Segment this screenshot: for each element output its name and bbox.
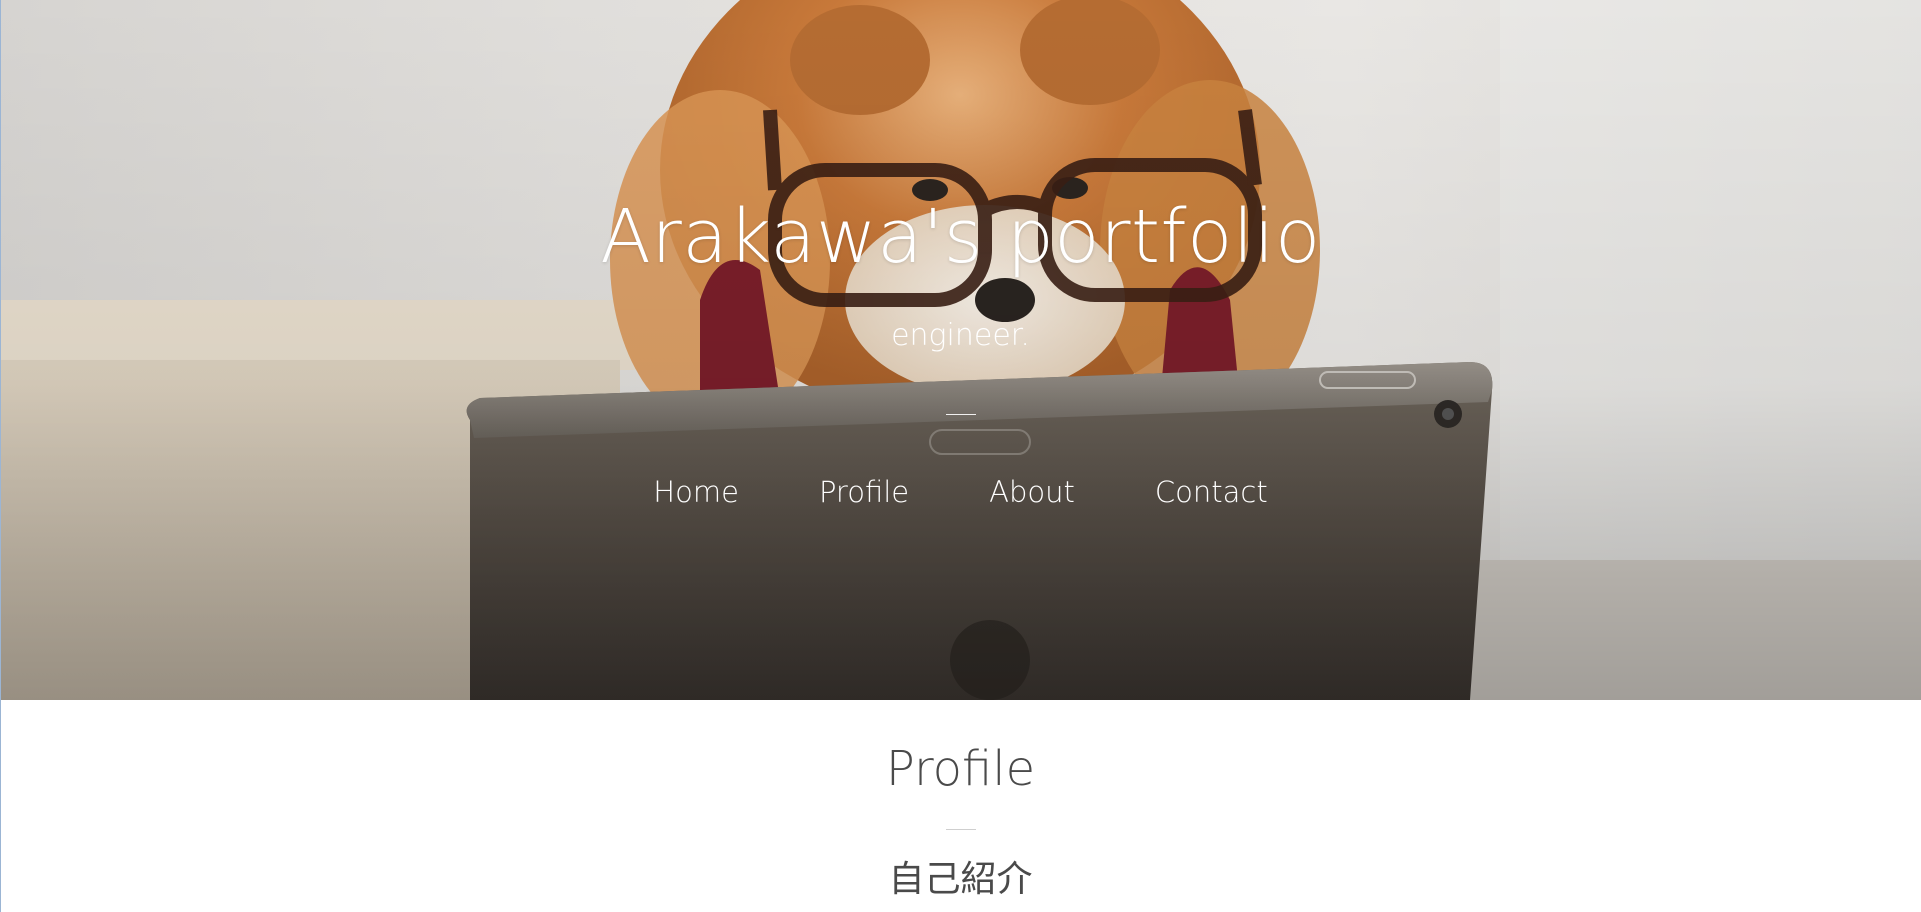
hero-content: Arakawa's portfolio engineer. Home Profi… xyxy=(0,0,1921,700)
window-left-edge xyxy=(0,0,1,912)
site-subtitle: engineer. xyxy=(891,318,1030,353)
hero-section: Arakawa's portfolio engineer. Home Profi… xyxy=(0,0,1921,700)
nav-home-link[interactable]: Home xyxy=(613,470,779,514)
nav-profile-link[interactable]: Profile xyxy=(779,470,949,514)
nav-about-link[interactable]: About xyxy=(949,470,1115,514)
profile-heading: Profile xyxy=(885,741,1036,797)
hero-divider xyxy=(946,414,976,415)
site-title: Arakawa's portfolio xyxy=(600,194,1321,280)
profile-divider xyxy=(946,829,976,830)
nav-contact-link[interactable]: Contact xyxy=(1115,470,1308,514)
main-nav: Home Profile About Contact xyxy=(0,470,1921,514)
portfolio-page: Arakawa's portfolio engineer. Home Profi… xyxy=(0,0,1921,912)
profile-subheading: 自己紹介 xyxy=(888,859,1033,900)
profile-section: Profile 自己紹介 xyxy=(0,700,1921,912)
